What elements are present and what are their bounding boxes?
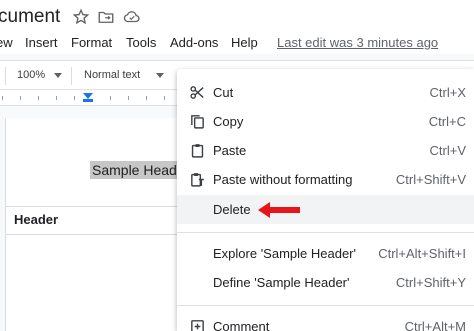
style-caret-icon — [156, 73, 164, 78]
cloud-status-icon[interactable] — [123, 8, 141, 26]
context-item-explore[interactable]: Explore 'Sample Header' Ctrl+Alt+Shift+I — [177, 239, 474, 268]
ruler-tick — [164, 96, 165, 100]
context-item-copy[interactable]: Copy Ctrl+C — [177, 107, 474, 136]
context-item-label: Paste — [213, 143, 247, 158]
context-item-shortcut: Ctrl+Shift+Y — [395, 275, 466, 290]
toolbar-divider — [71, 67, 72, 85]
ruler-tick — [110, 96, 111, 100]
last-edit-link[interactable]: Last edit was 3 minutes ago — [277, 35, 438, 50]
context-item-shortcut: Ctrl+X — [429, 85, 466, 100]
style-select[interactable]: Normal text — [84, 69, 140, 81]
menu-addons[interactable]: Add-ons — [170, 35, 218, 50]
ruler-tick — [128, 96, 129, 100]
context-item-shortcut: Ctrl+V — [429, 143, 466, 158]
context-item-cut[interactable]: Cut Ctrl+X — [177, 78, 474, 107]
zoom-caret-icon — [54, 73, 62, 78]
menu-view[interactable]: ew — [0, 35, 13, 50]
context-item-label: Copy — [213, 114, 244, 129]
toolbar-divider — [5, 67, 6, 85]
paste-plain-icon — [189, 171, 206, 188]
document-title[interactable]: cument — [0, 6, 60, 28]
context-menu-divider — [177, 232, 474, 233]
table-header-cell[interactable]: Header — [14, 212, 58, 227]
menu-help[interactable]: Help — [231, 35, 258, 50]
context-item-label: Comment — [213, 319, 270, 331]
annotation-arrow-icon — [258, 202, 300, 218]
ruler-tick — [74, 96, 75, 100]
title-bar: cument — [0, 0, 474, 34]
context-menu: Cut Ctrl+X Copy Ctrl+C Paste Ctrl+V Past… — [177, 69, 474, 331]
menu-tools[interactable]: Tools — [126, 35, 156, 50]
ruler-tick — [38, 96, 39, 100]
context-item-label: Cut — [213, 85, 234, 100]
ruler-tick — [2, 96, 3, 100]
menu-format[interactable]: Format — [71, 35, 112, 50]
ruler-tick — [146, 96, 147, 100]
table-border — [5, 234, 180, 235]
clipboard-icon — [189, 142, 206, 159]
star-icon[interactable] — [72, 8, 90, 26]
scissors-icon — [189, 84, 206, 101]
ruler-tick — [20, 96, 21, 100]
context-item-label: Paste without formatting — [213, 172, 353, 187]
context-item-paste-without-formatting[interactable]: Paste without formatting Ctrl+Shift+V — [177, 165, 474, 194]
context-item-label: Define 'Sample Header' — [213, 275, 350, 290]
context-item-shortcut: Ctrl+Alt+M — [404, 319, 466, 331]
copy-icon — [189, 113, 206, 130]
context-item-label: Explore 'Sample Header' — [213, 246, 356, 261]
context-item-label: Delete — [213, 202, 251, 217]
move-to-folder-icon[interactable] — [97, 8, 115, 26]
table-border — [5, 206, 180, 207]
context-item-shortcut: Ctrl+C — [428, 114, 466, 129]
context-item-shortcut: Ctrl+Shift+V — [395, 172, 466, 187]
menu-bar: ew Insert Format Tools Add-ons Help Last… — [0, 34, 474, 54]
context-item-delete[interactable]: Delete — [177, 195, 474, 224]
context-item-define[interactable]: Define 'Sample Header' Ctrl+Shift+Y — [177, 268, 474, 297]
ruler-tick — [56, 96, 57, 100]
context-item-paste[interactable]: Paste Ctrl+V — [177, 136, 474, 165]
google-docs-window: cument ew Insert Format Tools Add-ons He… — [0, 0, 474, 331]
first-line-indent-marker[interactable] — [83, 99, 93, 102]
menu-insert[interactable]: Insert — [25, 35, 58, 50]
context-item-comment[interactable]: Comment Ctrl+Alt+M — [177, 312, 474, 331]
add-comment-icon — [189, 318, 206, 331]
zoom-select[interactable]: 100% — [17, 69, 45, 81]
context-item-shortcut: Ctrl+Alt+Shift+I — [378, 246, 466, 261]
context-menu-divider — [177, 305, 474, 306]
